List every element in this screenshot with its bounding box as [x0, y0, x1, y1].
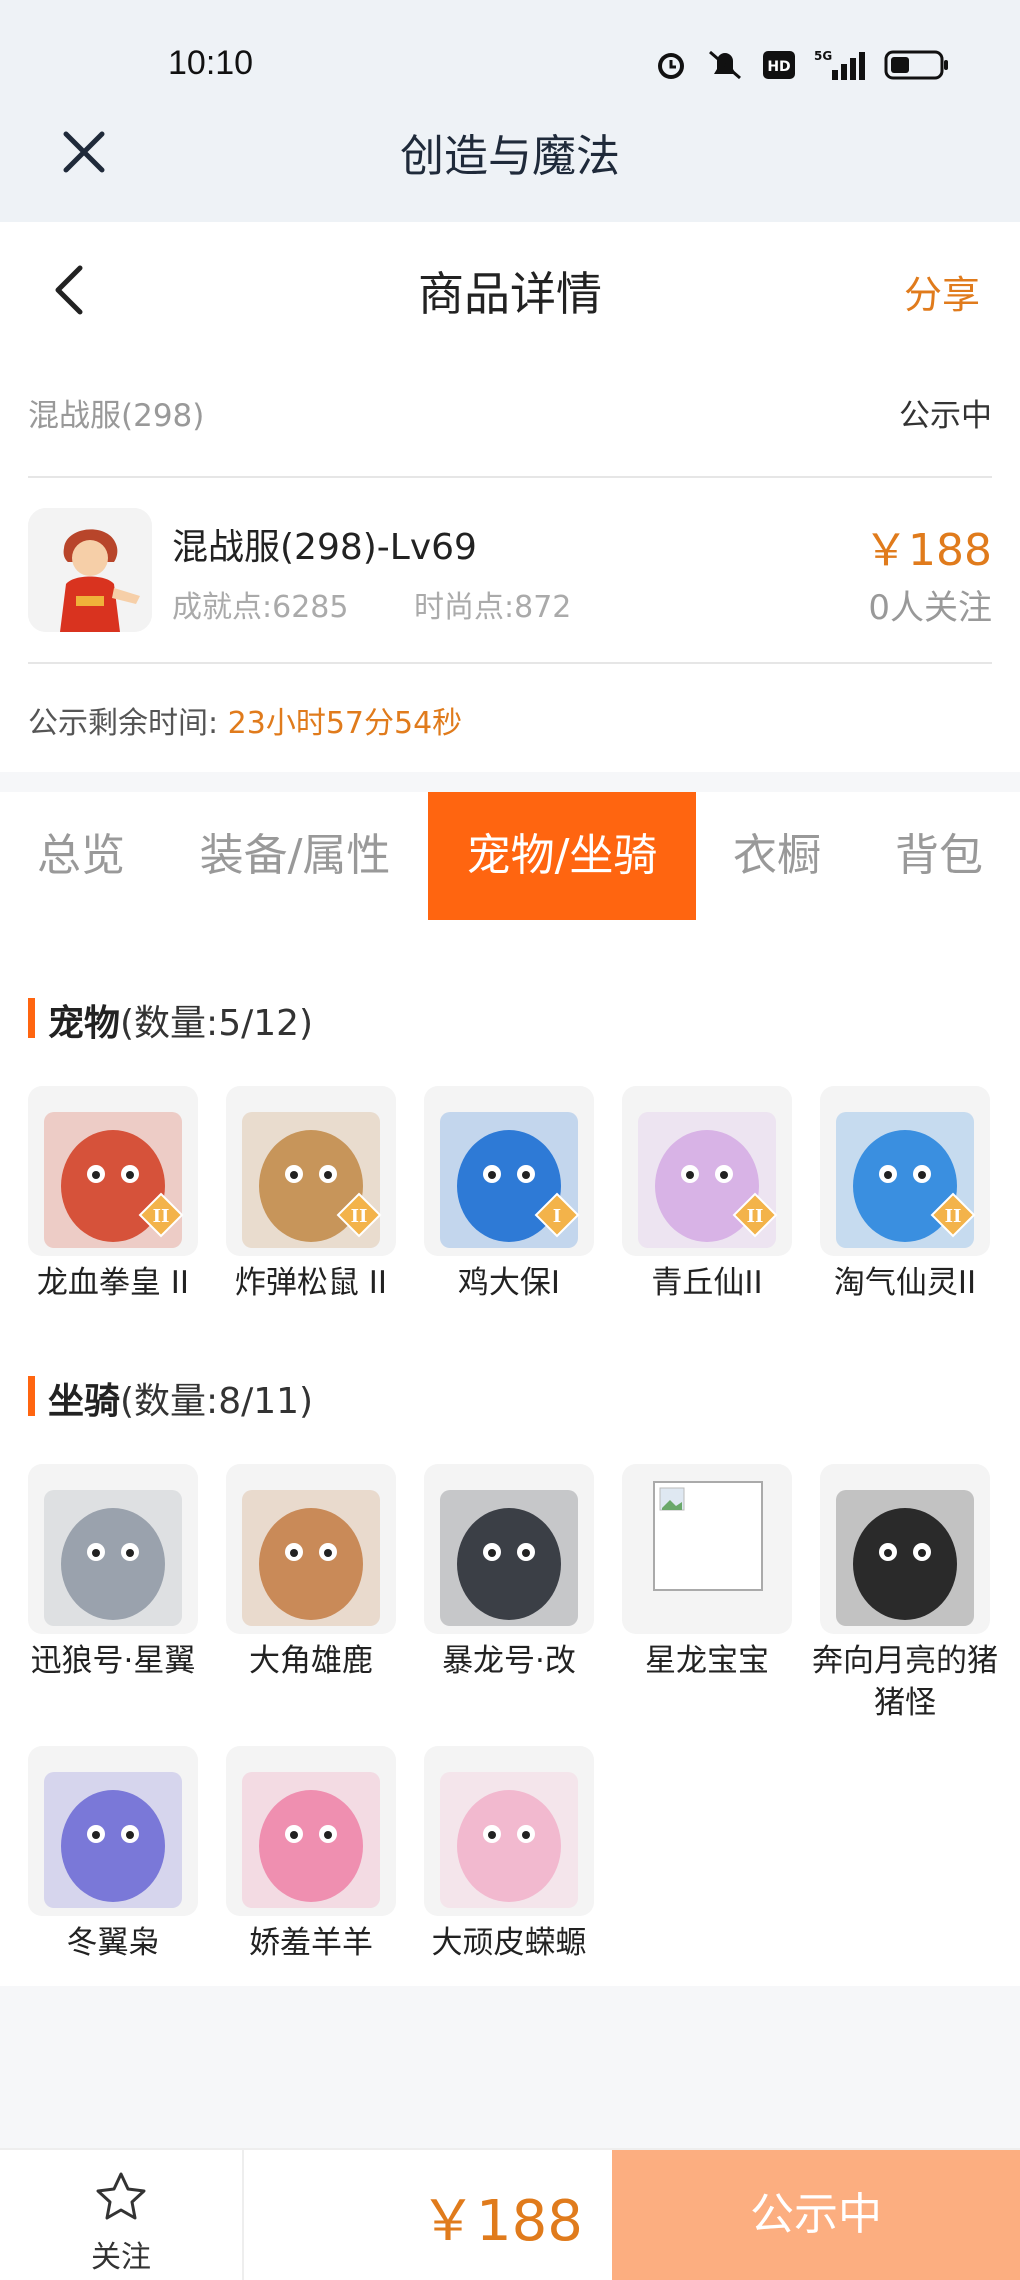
pets-count: (数量:5/12) [120, 1003, 314, 1044]
mount-name: 娇羞羊羊 [249, 1925, 373, 1961]
pet-image: II [28, 1086, 198, 1256]
tab-wardrobe[interactable]: 衣橱 [696, 792, 858, 920]
pet-card[interactable]: II 龙血拳皇 II [28, 1086, 198, 1304]
status-button[interactable]: 公示中 [612, 2150, 1020, 2280]
share-button[interactable]: 分享 [904, 264, 980, 319]
mount-card[interactable]: 冬翼枭 [28, 1746, 198, 1964]
svg-text:5G: 5G [814, 49, 832, 63]
mounts-title: 坐骑 [48, 1381, 121, 1422]
achievement-points: 成就点:6285 [172, 590, 349, 625]
mount-name: 暴龙号·改 [442, 1643, 576, 1679]
battery-icon [884, 50, 948, 80]
mount-name: 大角雄鹿 [249, 1643, 373, 1679]
pets-section-title: 宠物(数量:5/12) [28, 994, 313, 1046]
mount-card[interactable]: 娇羞羊羊 [226, 1746, 396, 1964]
character-avatar [28, 508, 152, 632]
pet-name: 鸡大保I [457, 1265, 561, 1301]
remaining-value: 23小时57分54秒 [227, 706, 463, 741]
pet-name: 淘气仙灵II [833, 1265, 977, 1301]
app-bar: 创造与魔法 [0, 110, 1020, 222]
mount-image [226, 1464, 396, 1634]
page-header: 商品详情 分享 [0, 222, 1020, 352]
mount-name: 大顽皮蝾螈 [431, 1925, 587, 1961]
mount-card[interactable]: 星龙宝宝 [622, 1464, 792, 1682]
character-stats: 成就点:6285 时尚点:872 [172, 582, 627, 626]
pet-image: II [622, 1086, 792, 1256]
mount-image [226, 1746, 396, 1916]
mount-name: 奔向月亮的猪猪怪 [812, 1643, 998, 1721]
status-time: 10:10 [168, 44, 254, 82]
mount-card[interactable]: 大角雄鹿 [226, 1464, 396, 1682]
pets-mounts-panel: 宠物(数量:5/12) II 龙血拳皇 II II 炸弹松鼠 II I 鸡大保I II 青丘仙… [0, 922, 1020, 1986]
tab-overview[interactable]: 总览 [0, 792, 162, 920]
mount-card[interactable]: 奔向月亮的猪猪怪 [812, 1464, 998, 1724]
pet-name: 龙血拳皇 II [36, 1265, 190, 1301]
rank-badge-icon: II [138, 1192, 184, 1238]
mount-card[interactable]: 暴龙号·改 [424, 1464, 594, 1682]
pet-card[interactable]: II 炸弹松鼠 II [226, 1086, 396, 1304]
tab-equipment[interactable]: 装备/属性 [162, 792, 428, 920]
pet-card[interactable]: I 鸡大保I [424, 1086, 594, 1304]
mount-card[interactable]: 大顽皮蝾螈 [424, 1746, 594, 1964]
mount-card[interactable]: 迅狼号·星翼 [28, 1464, 198, 1682]
divider [28, 662, 992, 664]
rank-badge-icon: II [930, 1192, 976, 1238]
follow-label: 关注 [91, 2240, 151, 2275]
pet-card[interactable]: II 青丘仙II [622, 1086, 792, 1304]
hd-icon: HD [763, 51, 795, 79]
tab-backpack[interactable]: 背包 [858, 792, 1020, 920]
rank-badge-icon: II [732, 1192, 778, 1238]
server-row: 混战服(298) 公示中 [28, 390, 992, 450]
pet-image: II [226, 1086, 396, 1256]
mount-image [424, 1746, 594, 1916]
svg-text:II: II [747, 1206, 764, 1227]
status-bar: 10:10 HD 5G [0, 0, 1020, 128]
mount-image [28, 1464, 198, 1634]
mounts-section-title: 坐骑(数量:8/11) [28, 1372, 313, 1424]
product-info: 混战服(298) 公示中 混战服(298)-Lv69 成就点:6285 时尚点:… [0, 352, 1020, 772]
divider [28, 476, 992, 478]
bottom-price: ￥188 [420, 2189, 583, 2254]
mount-image [820, 1464, 990, 1634]
follow-button[interactable]: 关注 [0, 2150, 244, 2280]
status-icons: HD 5G [654, 48, 950, 82]
pets-title: 宠物 [48, 1003, 121, 1044]
status-label: 公示中 [899, 398, 992, 434]
svg-text:II: II [351, 1206, 368, 1227]
fashion-points: 时尚点:872 [414, 590, 572, 625]
svg-text:I: I [553, 1206, 561, 1227]
mount-name: 冬翼枭 [66, 1925, 160, 1961]
rank-badge-icon: I [534, 1192, 580, 1238]
tab-bar: 总览 装备/属性 宠物/坐骑 衣橱 背包 [0, 792, 1020, 924]
character-name: 混战服(298)-Lv69 [172, 527, 477, 568]
mount-image [622, 1464, 792, 1634]
mounts-count: (数量:8/11) [120, 1381, 314, 1422]
alarm-icon [658, 53, 684, 79]
pet-name: 炸弹松鼠 II [234, 1265, 388, 1301]
svg-text:II: II [153, 1206, 170, 1227]
mount-name: 星龙宝宝 [645, 1643, 769, 1679]
mount-name: 迅狼号·星翼 [30, 1643, 196, 1679]
signal-5g-icon: 5G [814, 49, 865, 80]
server-name: 混战服(298) [28, 398, 205, 434]
page-title: 商品详情 [418, 267, 602, 321]
remaining-label: 公示剩余时间: [28, 706, 219, 741]
pet-name: 青丘仙II [651, 1265, 763, 1301]
rank-badge-icon: II [336, 1192, 382, 1238]
remaining-time: 公示剩余时间: 23小时57分54秒 [28, 698, 462, 742]
mount-image [28, 1746, 198, 1916]
pet-image: I [424, 1086, 594, 1256]
follower-count: 0人关注 [868, 588, 992, 628]
tab-pets-mounts[interactable]: 宠物/坐骑 [428, 792, 696, 920]
pet-image: II [820, 1086, 990, 1256]
mute-icon [709, 50, 741, 80]
mount-image [424, 1464, 594, 1634]
svg-text:HD: HD [767, 59, 790, 75]
price: ￥188 [864, 525, 992, 576]
bottom-bar: 关注 ￥188 公示中 [0, 2148, 1020, 2280]
pet-card[interactable]: II 淘气仙灵II [820, 1086, 990, 1304]
star-icon [96, 2172, 146, 2220]
svg-text:II: II [945, 1206, 962, 1227]
app-title: 创造与魔法 [400, 131, 620, 182]
